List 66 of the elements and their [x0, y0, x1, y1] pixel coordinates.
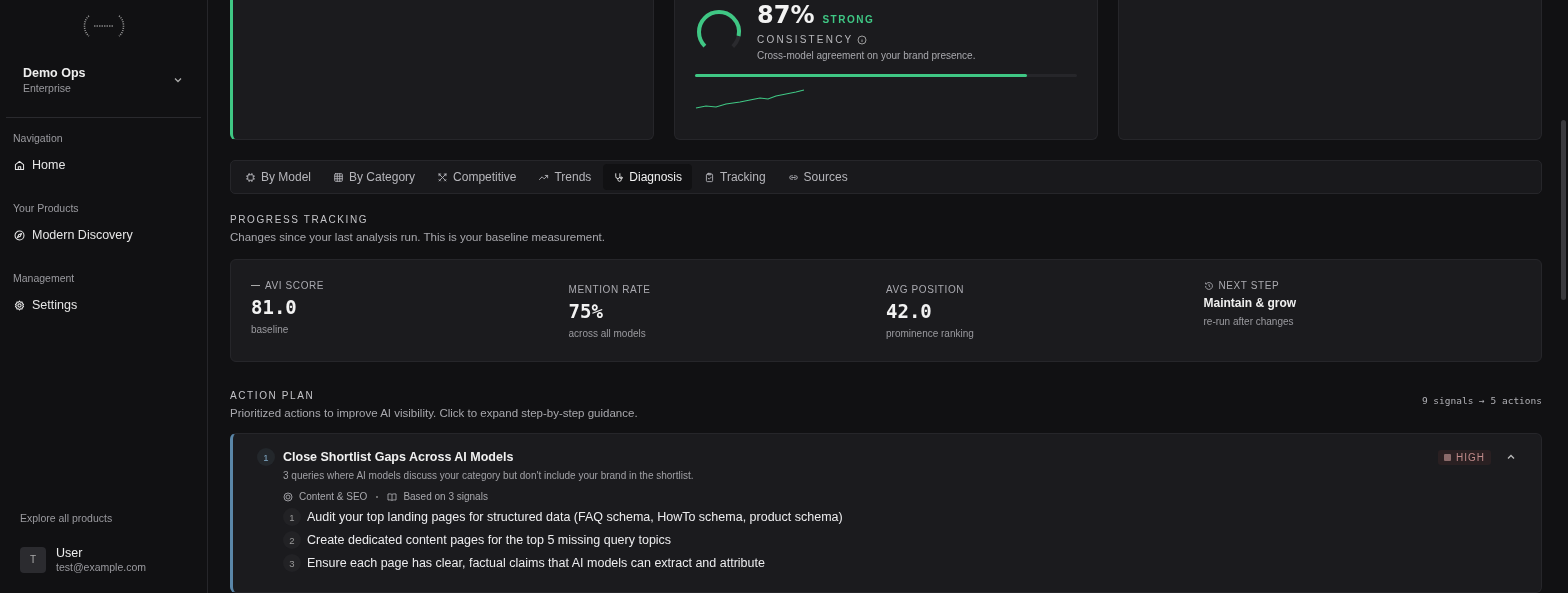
settings-icon: [13, 298, 26, 312]
compass-icon: [13, 228, 26, 242]
flat-trend-icon: [251, 284, 260, 287]
nav-item[interactable]: Home: [13, 158, 66, 172]
action-number: 1: [257, 448, 275, 466]
metric-description: Cross-model agreement on your brand presence.: [757, 50, 976, 61]
stat-label: MENTION RATE: [568, 284, 651, 295]
consistency-value: 87%: [757, 1, 815, 29]
stat-note: prominence ranking: [886, 328, 975, 339]
stat-label: AVG POSITION: [886, 284, 965, 295]
tab[interactable]: Competitive: [427, 164, 527, 190]
tab[interactable]: By Category: [323, 164, 426, 190]
grade-label: STRONG: [822, 14, 875, 25]
section-heading: ACTION PLAN: [230, 390, 316, 401]
organization-switcher[interactable]: Demo Ops Enterprise: [6, 38, 201, 118]
step-text: Audit your top landing pages for structured data (FAQ schema, HowTo schema, product schema): [307, 510, 843, 524]
action-basis: Based on 3 signals: [403, 491, 488, 502]
scrollbar[interactable]: [1561, 120, 1566, 300]
stat-note: across all models: [568, 328, 647, 339]
book-icon: [387, 491, 398, 502]
chip-icon: [245, 171, 256, 183]
user-name: User: [56, 546, 84, 560]
stat-value: 42.0: [886, 300, 933, 322]
step-text: Create dedicated content pages for the top 5 missing query topics: [307, 533, 672, 547]
tab[interactable]: By Model: [235, 164, 322, 190]
stat-note: re-run after changes: [1203, 316, 1295, 327]
step-number: 3: [283, 554, 301, 572]
tab[interactable]: Trends: [528, 164, 602, 190]
target-icon: [283, 491, 293, 502]
action-title: Close Shortlist Gaps Across AI Models: [283, 450, 515, 464]
action-description: 3 queries where AI models discuss your category but don't include your brand in the shortlist.: [283, 470, 695, 481]
explore-link[interactable]: Explore all products: [20, 512, 201, 524]
action-category: Content & SEO: [299, 491, 368, 502]
stethoscope-icon: [613, 171, 625, 183]
stat-note: baseline: [251, 324, 290, 335]
stat-value: 75%: [568, 300, 604, 322]
section-heading: Management: [13, 272, 76, 284]
section-subtitle: Changes since your last analysis run. This is your baseline measurement.: [230, 231, 606, 243]
avatar: T: [20, 546, 46, 573]
history-icon: [1203, 280, 1214, 291]
crossed-swords-icon: [437, 171, 449, 183]
clipboard-icon: [704, 171, 716, 183]
tab[interactable]: Tracking: [694, 164, 776, 190]
tab[interactable]: Diagnosis: [603, 164, 693, 190]
section-subtitle: Prioritized actions to improve AI visibility. Click to expand step-by-step guidance.: [230, 407, 638, 419]
step-text: Ensure each page has clear, factual claims that AI models can extract and attribute: [307, 556, 765, 570]
nav-item[interactable]: Settings: [13, 298, 78, 312]
tab[interactable]: Sources: [777, 164, 858, 190]
signal-summary: 9 signals → 5 actions: [1421, 395, 1542, 406]
stat-label: NEXT STEP: [1218, 280, 1280, 291]
info-icon: [857, 34, 868, 45]
section-heading: Your Products: [13, 202, 80, 214]
action-card[interactable]: [230, 433, 1542, 593]
metric-label: CONSISTENCY: [757, 34, 854, 45]
section-heading: Navigation: [13, 132, 64, 144]
stat-label: AVI SCORE: [265, 280, 325, 291]
priority-badge: HIGH: [1438, 449, 1491, 465]
user-email: test@example.com: [56, 561, 147, 573]
nav-item[interactable]: Modern Discovery: [13, 228, 133, 242]
section-heading: PROGRESS TRACKING: [230, 214, 370, 225]
step-number: 1: [283, 508, 301, 526]
step-number: 2: [283, 531, 301, 549]
home-icon: [13, 158, 26, 172]
stat-value: 81.0: [251, 296, 298, 318]
stat-value: Maintain & grow: [1203, 296, 1298, 310]
grid-icon: [333, 171, 345, 183]
